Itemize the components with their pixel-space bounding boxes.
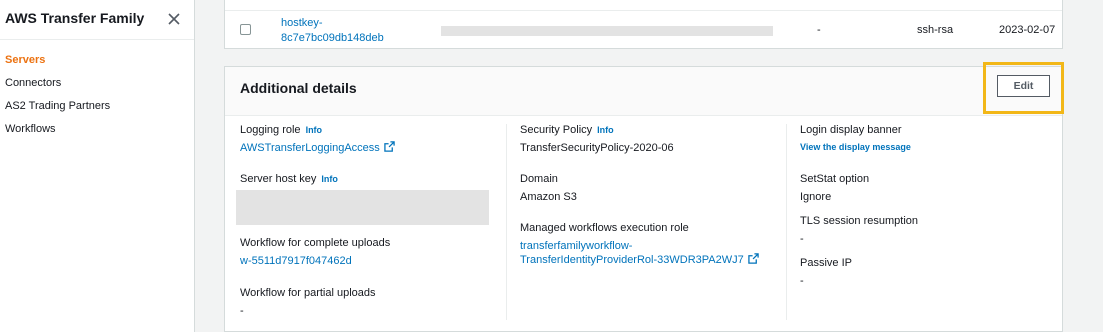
login-banner-field: Login display banner View the display me… [800, 124, 911, 152]
tls-resumption-field: TLS session resumption - [800, 215, 918, 246]
setstat-label: SetStat option [800, 173, 870, 185]
details-column-3: Login display banner View the display me… [800, 122, 1050, 318]
setstat-field: SetStat option Ignore [800, 173, 869, 204]
type-cell: ssh-rsa [917, 24, 954, 36]
column-divider [506, 124, 507, 320]
external-link-icon [384, 141, 395, 152]
server-host-key-label: Server host key [240, 173, 317, 185]
login-banner-label: Login display banner [800, 124, 902, 136]
logging-role-value: AWSTransferLoggingAccess [240, 142, 380, 154]
edit-button[interactable]: Edit [997, 75, 1050, 97]
edit-highlight: Edit [983, 62, 1064, 114]
tls-resumption-label: TLS session resumption [800, 215, 918, 227]
logging-role-label: Logging role [240, 124, 301, 136]
workflow-partial-value: - [240, 305, 244, 317]
nav-item-workflows[interactable]: Workflows [0, 122, 194, 145]
security-policy-label: Security Policy [520, 124, 593, 136]
external-link-icon [748, 253, 759, 264]
panel-title: Additional details [240, 80, 357, 96]
security-policy-info-link[interactable]: Info [597, 125, 614, 135]
panel-header: Additional details Edit [225, 62, 1064, 116]
main-content: hostkey-8c7e7bc09db148deb - ssh-rsa 2023… [195, 0, 1103, 332]
workflow-partial-label: Workflow for partial uploads [240, 287, 376, 299]
logging-role-field: Logging role Info AWSTransferLoggingAcces… [240, 124, 395, 155]
description-cell: - [817, 24, 821, 36]
managed-workflows-role-field: Managed workflows execution role transfe… [520, 222, 759, 267]
domain-field: Domain Amazon S3 [520, 173, 577, 204]
nav-item-as2-trading-partners[interactable]: AS2 Trading Partners [0, 99, 194, 122]
passive-ip-label: Passive IP [800, 257, 852, 269]
details-column-2: Security Policy Info TransferSecurityPoli… [520, 122, 780, 318]
workflow-complete-field: Workflow for complete uploads w-5511d791… [240, 237, 390, 268]
domain-value: Amazon S3 [520, 191, 577, 203]
service-title[interactable]: AWS Transfer Family [5, 10, 144, 26]
redacted-fingerprint [441, 26, 773, 36]
date-imported-cell: 2023-02-07 [999, 24, 1056, 36]
additional-details-panel: Additional details Edit Logging role Info… [224, 62, 1064, 332]
nav-item-servers[interactable]: Servers [0, 53, 194, 76]
view-display-message-link[interactable]: View the display message [800, 142, 911, 152]
managed-workflows-role-line1: transferfamilyworkflow- [520, 240, 633, 252]
security-policy-value: TransferSecurityPolicy-2020-06 [520, 142, 674, 154]
workflow-complete-label: Workflow for complete uploads [240, 237, 391, 249]
workflow-complete-link[interactable]: w-5511d7917f047462d [240, 254, 390, 268]
sidebar-header: AWS Transfer Family [0, 0, 194, 40]
security-policy-field: Security Policy Info TransferSecurityPoli… [520, 124, 674, 155]
nav-list: Servers Connectors AS2 Trading Partners … [0, 40, 194, 145]
managed-workflows-role-link[interactable]: transferfamilyworkflow- TransferIdentity… [520, 239, 759, 267]
workflow-partial-field: Workflow for partial uploads - [240, 287, 376, 318]
domain-label: Domain [520, 173, 558, 185]
server-host-key-field: Server host key Info [236, 173, 489, 225]
host-key-id-link[interactable]: hostkey-8c7e7bc09db148deb [281, 16, 421, 46]
column-divider [786, 124, 787, 320]
side-navigation: AWS Transfer Family Servers Connectors A… [0, 0, 195, 332]
nav-item-connectors[interactable]: Connectors [0, 76, 194, 99]
close-icon[interactable] [166, 11, 182, 27]
logging-role-link[interactable]: AWSTransferLoggingAccess [240, 141, 395, 155]
row-checkbox[interactable] [240, 24, 251, 35]
details-column-1: Logging role Info AWSTransferLoggingAcces… [236, 122, 500, 318]
managed-workflows-role-label: Managed workflows execution role [520, 222, 689, 234]
logging-role-info-link[interactable]: Info [306, 125, 323, 135]
host-keys-table: hostkey-8c7e7bc09db148deb - ssh-rsa 2023… [224, 0, 1063, 49]
passive-ip-field: Passive IP - [800, 257, 852, 288]
setstat-value: Ignore [800, 191, 832, 203]
passive-ip-value: - [800, 275, 804, 287]
managed-workflows-role-line2: TransferIdentityProviderRol-33WDR3PA2WJ7 [520, 254, 744, 266]
row-divider [225, 10, 1062, 11]
tls-resumption-value: - [800, 233, 804, 245]
redacted-host-key [236, 190, 489, 225]
server-host-key-info-link[interactable]: Info [321, 174, 338, 184]
